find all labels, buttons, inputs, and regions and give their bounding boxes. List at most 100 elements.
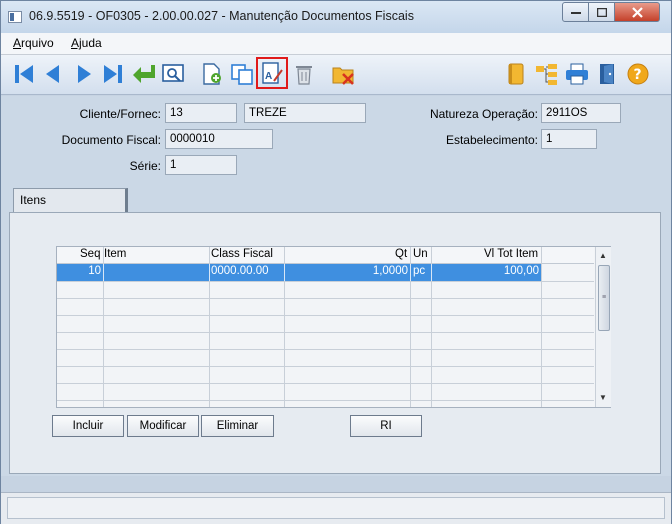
menu-ajuda-label: uda <box>81 36 102 50</box>
delete-record-button[interactable] <box>291 61 317 87</box>
status-panel <box>7 497 665 519</box>
maximize-button[interactable] <box>588 2 615 22</box>
row-divider <box>57 400 594 401</box>
grid-header: Seq Item Class Fiscal Qt Un Vl Tot Item <box>57 247 594 264</box>
notes-button[interactable] <box>503 61 529 87</box>
menu-arquivo-label: rquivo <box>21 36 54 50</box>
cell-divider <box>431 264 432 281</box>
exit-icon <box>600 64 614 84</box>
go-to-icon <box>133 65 155 83</box>
next-record-icon <box>78 65 91 83</box>
menu-arquivo[interactable]: Arquivo <box>13 36 54 50</box>
last-record-button[interactable] <box>100 61 126 87</box>
copy-record-icon <box>231 64 253 85</box>
minimize-icon <box>570 12 581 14</box>
maximize-icon <box>596 7 607 17</box>
notes-icon <box>508 63 524 85</box>
tree-icon <box>536 64 557 85</box>
modificar-button[interactable]: Modificar <box>127 415 199 437</box>
cell-divider <box>209 264 210 281</box>
grip-icon: ≡ <box>602 294 607 301</box>
row-divider <box>57 349 594 350</box>
tree-button[interactable] <box>534 61 560 87</box>
exit-button[interactable] <box>594 61 620 87</box>
next-record-button[interactable] <box>71 61 97 87</box>
new-record-button[interactable] <box>199 61 225 87</box>
close-icon <box>631 6 643 18</box>
search-button[interactable] <box>160 61 186 87</box>
column-header-un[interactable]: Un <box>413 248 428 260</box>
new-record-icon <box>203 63 221 85</box>
column-header-seq[interactable]: Seq <box>80 248 100 260</box>
row-divider <box>57 366 594 367</box>
first-record-button[interactable] <box>11 61 37 87</box>
natureza-field[interactable]: 2911OS <box>541 103 621 123</box>
incluir-button[interactable]: Incluir <box>52 415 124 437</box>
form-area: Cliente/Fornec: 13 TREZE Natureza Operaç… <box>1 96 671 476</box>
serie-label: Série: <box>129 159 161 173</box>
print-button[interactable] <box>564 61 590 87</box>
first-record-icon <box>15 65 33 83</box>
modify-record-button[interactable]: A <box>256 57 288 89</box>
row-divider <box>57 383 594 384</box>
row-divider <box>57 315 594 316</box>
cell-un: pc <box>413 265 426 277</box>
previous-record-button[interactable] <box>40 61 66 87</box>
close-button[interactable] <box>614 2 660 22</box>
cancel-record-button[interactable] <box>331 61 357 87</box>
documento-field[interactable]: 0000010 <box>165 129 273 149</box>
go-to-button[interactable] <box>131 61 157 87</box>
menu-ajuda[interactable]: Ajuda <box>71 36 102 50</box>
cell-divider <box>410 264 411 281</box>
svg-text:A: A <box>265 71 272 82</box>
scroll-down-arrow-icon[interactable]: ▼ <box>599 393 607 402</box>
app-icon <box>8 11 22 23</box>
window-title: 06.9.5519 - OF0305 - 2.00.00.027 - Manut… <box>29 9 414 23</box>
column-header-item[interactable]: Item <box>104 248 126 260</box>
row-divider <box>57 298 594 299</box>
menu-arquivo-accel: A <box>13 36 22 50</box>
grid-scrollbar[interactable]: ▲ ≡ ▼ <box>595 247 611 407</box>
help-icon: ? <box>627 63 649 85</box>
modify-record-icon: A <box>262 62 283 84</box>
cancel-record-icon <box>332 67 354 85</box>
menu-bar: Arquivo Ajuda <box>1 33 671 55</box>
cliente-code-field[interactable]: 13 <box>165 103 237 123</box>
ri-button[interactable]: RI <box>350 415 422 437</box>
row-divider <box>57 281 594 282</box>
eliminar-button[interactable]: Eliminar <box>201 415 274 437</box>
cell-divider <box>103 264 104 281</box>
documento-label: Documento Fiscal: <box>61 133 161 147</box>
cell-divider <box>284 264 285 281</box>
cliente-name-field[interactable]: TREZE <box>244 103 366 123</box>
copy-record-button[interactable] <box>229 61 255 87</box>
cell-class-fiscal: 0000.00.00 <box>211 265 269 277</box>
delete-record-icon <box>296 66 312 85</box>
items-grid[interactable]: Seq Item Class Fiscal Qt Un Vl Tot Item <box>56 246 611 408</box>
column-header-qt[interactable]: Qt <box>395 248 407 260</box>
cell-seq: 10 <box>88 265 101 277</box>
print-icon <box>566 63 588 85</box>
column-header-class-fiscal[interactable]: Class Fiscal <box>211 248 273 260</box>
last-record-icon <box>104 65 122 83</box>
title-bar[interactable]: 06.9.5519 - OF0305 - 2.00.00.027 - Manut… <box>1 1 671 33</box>
application-window: 06.9.5519 - OF0305 - 2.00.00.027 - Manut… <box>0 0 672 524</box>
natureza-label: Natureza Operação: <box>429 107 538 121</box>
menu-ajuda-accel: Aj <box>71 36 82 50</box>
svg-text:?: ? <box>634 67 642 83</box>
minimize-button[interactable] <box>562 2 589 22</box>
estabelecimento-field[interactable]: 1 <box>541 129 597 149</box>
serie-field[interactable]: 1 <box>165 155 237 175</box>
scroll-up-arrow-icon[interactable]: ▲ <box>599 251 607 260</box>
help-button[interactable]: ? <box>625 61 651 87</box>
column-header-vl-tot-item[interactable]: Vl Tot Item <box>484 248 538 260</box>
toolbar: A ? <box>1 55 671 95</box>
estabelecimento-label: Estabelecimento: <box>445 133 538 147</box>
cliente-label: Cliente/Fornec: <box>79 107 161 121</box>
cell-vl-tot-item: 100,00 <box>503 265 539 277</box>
tab-itens[interactable]: Itens <box>13 188 128 212</box>
scroll-thumb[interactable]: ≡ <box>598 265 610 331</box>
search-icon <box>162 64 184 82</box>
previous-record-icon <box>46 65 59 83</box>
row-divider <box>57 332 594 333</box>
